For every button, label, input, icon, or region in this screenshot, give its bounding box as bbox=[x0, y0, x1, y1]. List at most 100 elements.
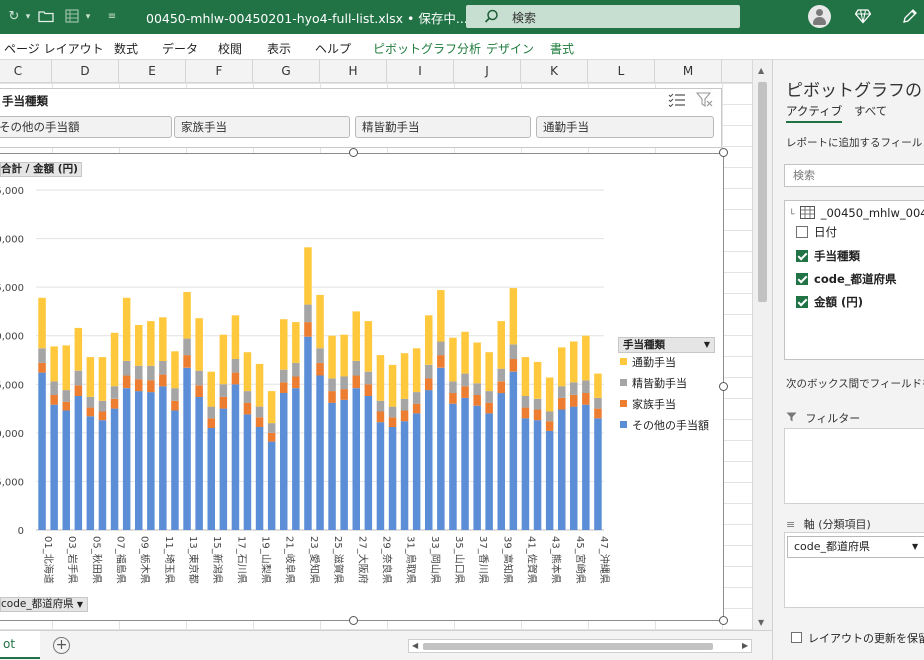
clear-filter-icon[interactable] bbox=[695, 92, 714, 111]
axis-area-header: ≡ 軸 (分類項目) bbox=[786, 516, 871, 532]
scroll-down-icon[interactable]: ▼ bbox=[758, 618, 764, 627]
multi-select-icon[interactable] bbox=[668, 92, 686, 111]
slicer-item[interactable]: 精皆勤手当 bbox=[355, 116, 531, 138]
column-header[interactable]: H bbox=[320, 60, 387, 83]
form-dropdown-icon[interactable]: ▾ bbox=[80, 9, 96, 25]
bar-segment bbox=[50, 395, 58, 405]
column-header[interactable]: M bbox=[655, 60, 722, 83]
diamond-icon[interactable] bbox=[854, 8, 872, 27]
field-item[interactable]: 日付 bbox=[794, 224, 837, 240]
add-sheet-icon[interactable]: + bbox=[53, 637, 70, 654]
scroll-left-icon[interactable]: ◀ bbox=[412, 640, 418, 652]
pen-icon[interactable] bbox=[902, 8, 918, 27]
column-header[interactable]: J bbox=[454, 60, 521, 83]
bar-segment bbox=[328, 378, 336, 392]
bar-segment bbox=[558, 409, 566, 530]
resize-handle[interactable] bbox=[719, 148, 728, 157]
bar-segment bbox=[316, 294, 324, 349]
field-checkbox[interactable] bbox=[796, 250, 808, 262]
tab-formulas[interactable]: 数式 bbox=[114, 40, 138, 57]
column-header[interactable]: E bbox=[119, 60, 186, 83]
value-field-button[interactable]: 合計 / 金額 (円) bbox=[0, 162, 82, 177]
tab-data[interactable]: データ bbox=[162, 40, 198, 57]
x-tick-label: 15_新潟県 bbox=[211, 536, 224, 584]
x-tick-label: 13_東京都 bbox=[187, 536, 200, 584]
field-checkbox[interactable] bbox=[796, 273, 808, 285]
slicer[interactable]: 手当種類 その他の手当額 家族手当 精皆勤手当 通勤手当 bbox=[0, 88, 722, 148]
bar-segment bbox=[412, 348, 421, 392]
slicer-item[interactable]: 通勤手当 bbox=[536, 116, 714, 138]
redo-dropdown-icon[interactable]: ▾ bbox=[20, 9, 36, 25]
column-header[interactable]: D bbox=[52, 60, 119, 83]
filter-icon bbox=[786, 412, 801, 425]
axis-field-chip[interactable]: code_都道府県 ▼ bbox=[787, 536, 924, 558]
tab-help[interactable]: ヘルプ bbox=[315, 40, 351, 57]
bar-segment bbox=[545, 421, 554, 431]
slicer-item[interactable]: 家族手当 bbox=[174, 116, 350, 138]
pivotchart-fields-pane: ピボットグラフのフィールド アクティブ すべて レポートに追加するフィールドを選… bbox=[772, 60, 924, 660]
scroll-right-icon[interactable]: ▶ bbox=[742, 640, 748, 652]
bar-segment bbox=[376, 411, 385, 423]
account-avatar-icon[interactable] bbox=[808, 5, 831, 28]
legend-swatch bbox=[620, 421, 627, 428]
resize-handle[interactable] bbox=[719, 382, 728, 391]
resize-handle[interactable] bbox=[349, 148, 358, 157]
form-icon[interactable] bbox=[64, 9, 80, 25]
axis-field-button[interactable]: code_都道府県 ▼ bbox=[0, 597, 89, 612]
defer-layout-update[interactable]: レイアウトの更新を保留する bbox=[791, 630, 924, 646]
axis-label: 軸 (分類項目) bbox=[803, 518, 871, 531]
pivot-chart[interactable]: 0 5,000 0,000 5,000 0,000 5,000 0,000 5,000 01_北… bbox=[0, 153, 724, 621]
bar-segment bbox=[521, 407, 530, 419]
field-checkbox[interactable] bbox=[796, 226, 808, 238]
bar-segment bbox=[74, 395, 83, 530]
tab-design[interactable]: デザイン bbox=[486, 40, 534, 57]
tab-page-layout[interactable]: ページ レイアウト bbox=[4, 40, 104, 57]
defer-checkbox[interactable] bbox=[791, 632, 802, 643]
horizontal-scrollbar[interactable]: ◀ ▶ bbox=[408, 639, 752, 653]
tab-review[interactable]: 校閲 bbox=[218, 40, 242, 57]
column-header[interactable]: G bbox=[253, 60, 320, 83]
field-search-input[interactable]: 検索 bbox=[784, 164, 924, 187]
scroll-thumb[interactable] bbox=[758, 82, 767, 302]
search-box[interactable]: 検索 bbox=[466, 5, 740, 28]
column-header[interactable]: I bbox=[387, 60, 454, 83]
field-item[interactable]: 金額 (円) bbox=[794, 294, 863, 310]
resize-handle[interactable] bbox=[349, 616, 358, 625]
bar-segment bbox=[122, 297, 131, 361]
filters-area[interactable] bbox=[784, 428, 924, 504]
slicer-item[interactable]: その他の手当額 bbox=[0, 116, 172, 138]
open-folder-icon[interactable] bbox=[38, 9, 54, 25]
field-list[interactable]: └ _00450_mhlw_00450201_hyo4 日付 手当種類 code… bbox=[784, 200, 924, 360]
column-header[interactable]: L bbox=[588, 60, 655, 83]
tab-format[interactable]: 書式 bbox=[550, 40, 574, 57]
tab-all[interactable]: すべて bbox=[854, 103, 887, 119]
table-node[interactable]: └ _00450_mhlw_00450201_hyo4 bbox=[789, 205, 924, 221]
tab-active[interactable]: アクティブ bbox=[786, 103, 843, 123]
scroll-up-icon[interactable]: ▲ bbox=[758, 66, 764, 75]
bar-segment bbox=[195, 318, 203, 371]
collapse-icon[interactable]: └ bbox=[789, 210, 794, 220]
bar-segment bbox=[135, 391, 143, 530]
tab-pivotchart-analyze[interactable]: ピボットグラフ分析 bbox=[373, 40, 481, 57]
bar-segment bbox=[147, 365, 155, 381]
field-item[interactable]: 手当種類 bbox=[794, 248, 860, 264]
column-header[interactable]: K bbox=[521, 60, 588, 83]
field-label: 手当種類 bbox=[814, 249, 860, 263]
field-item[interactable]: code_都道府県 bbox=[794, 271, 897, 287]
scroll-thumb[interactable] bbox=[423, 643, 713, 650]
legend-item[interactable]: 通勤手当 bbox=[620, 356, 676, 370]
legend-item[interactable]: 家族手当 bbox=[620, 398, 676, 412]
column-header[interactable]: F bbox=[186, 60, 253, 83]
vertical-scrollbar[interactable]: ▲ ▼ bbox=[752, 60, 772, 630]
legend-item[interactable]: その他の手当額 bbox=[620, 419, 709, 433]
bar-segment bbox=[316, 375, 324, 530]
tab-view[interactable]: 表示 bbox=[267, 40, 291, 57]
legend-item[interactable]: 精皆勤手当 bbox=[620, 377, 687, 391]
x-tick-label: 21_岐阜県 bbox=[284, 536, 297, 584]
column-header[interactable]: C bbox=[0, 60, 52, 83]
resize-handle[interactable] bbox=[719, 616, 728, 625]
sheet-tab[interactable]: ot bbox=[0, 631, 40, 659]
legend-field-button[interactable]: 手当種類 ▼ bbox=[618, 337, 715, 353]
customize-quick-access-icon[interactable]: ≡ bbox=[104, 9, 120, 25]
field-checkbox[interactable] bbox=[796, 296, 808, 308]
